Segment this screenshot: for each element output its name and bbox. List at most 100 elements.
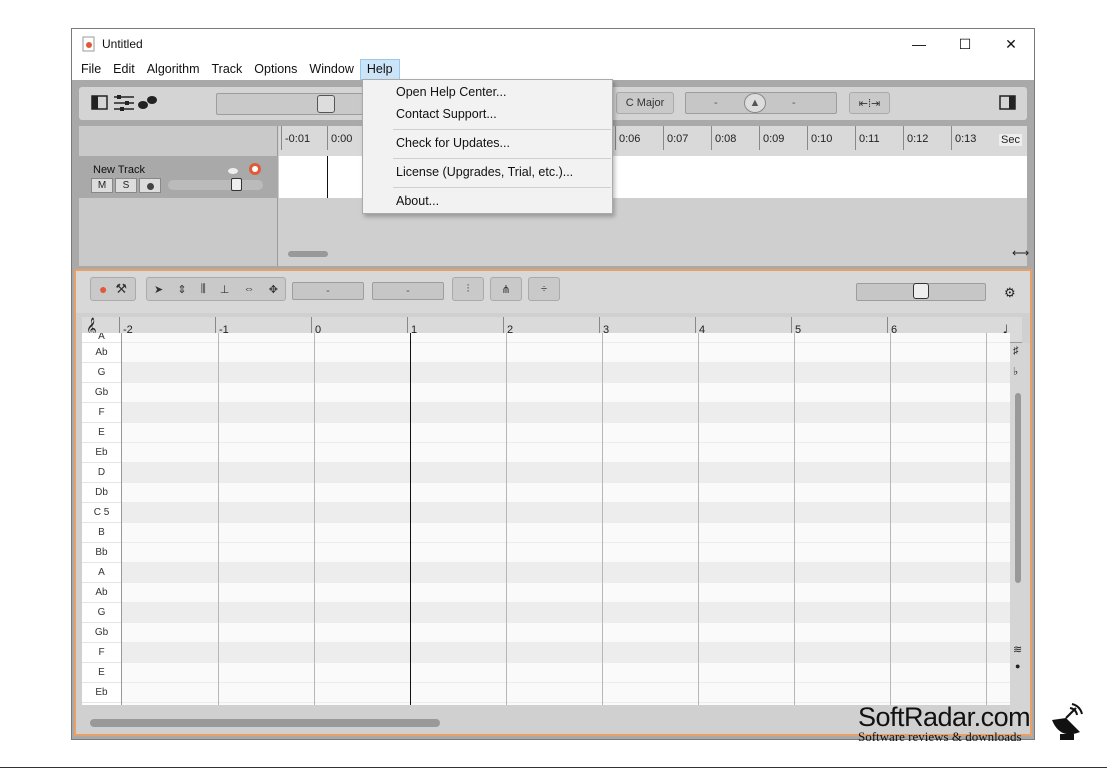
pointer-tool-icon[interactable]: ➤ [154,283,163,296]
playhead[interactable] [327,156,328,198]
volume-handle[interactable] [231,178,242,191]
bar-line [986,333,987,705]
menu-track[interactable]: Track [206,59,249,80]
check-updates-item[interactable]: Check for Updates... [396,136,510,150]
menu-file[interactable]: File [75,59,107,80]
about-item[interactable]: About... [396,194,439,208]
grid-row [122,603,1010,623]
track-icon [228,163,261,175]
key-label: Gb [82,623,121,643]
bar-line [314,333,315,705]
zoom-fit-icon[interactable]: ⟷ [1012,246,1029,260]
key-label: B [82,523,121,543]
key-label: F [82,403,121,423]
track-list: New Track M S [79,126,278,266]
bar-line [890,333,891,705]
move-tool-icon[interactable]: ✥ [269,283,278,296]
notes-icon[interactable] [137,95,159,111]
time-tick: 0:11 [855,126,880,150]
minimize-button[interactable]: — [896,29,942,59]
menu-help[interactable]: Help [359,59,400,80]
pitch-control[interactable]: - ▲ - [685,92,837,114]
sharp-icon[interactable]: ♯ [1013,345,1019,357]
menu-options[interactable]: Options [248,59,303,80]
key-label: E [82,663,121,683]
key-label: G [82,603,121,623]
menu-window[interactable]: Window [303,59,359,80]
editor-horizontal-scrollbar[interactable] [90,719,440,727]
grid-row [122,683,1010,703]
edit-tools: ➤ ⇕ ⫼ ⊥ ⇔ ✥ [146,277,286,301]
pitch-tool-icon[interactable]: ⇕ [177,283,186,296]
grid-row [122,563,1010,583]
grid-row [122,333,1010,343]
playhead[interactable] [410,333,411,705]
zoom-slider[interactable] [856,283,986,301]
tool-mode-toggle[interactable]: ● ⚒ [90,277,136,301]
key-label: Ab [82,583,121,603]
grid-row [122,403,1010,423]
solo-button[interactable]: S [115,178,137,193]
key-selector[interactable]: C Major [616,92,674,114]
vertical-scrollbar[interactable] [1015,393,1021,583]
panel-toggle-icon[interactable] [999,95,1017,111]
wave-icon[interactable]: ≋ [1013,643,1022,656]
track-header[interactable]: New Track M S [79,156,278,198]
note-editor: ● ⚒ ➤ ⇕ ⫼ ⊥ ⇔ ✥ - - ⫶ ⋔ ÷ ⚙ 𝄞 -2 -1 0 1 … [74,269,1032,736]
grid-row [122,503,1010,523]
separate-button[interactable]: ⋔ [490,277,522,301]
track-name[interactable]: New Track [93,164,145,176]
stretch-button[interactable]: ⇤⁞⇥ [849,92,890,114]
time-tick: 0:00 [327,126,352,150]
volume-slider[interactable] [168,178,263,191]
menu-bar: File Edit Algorithm Track Options Window… [72,59,1034,80]
contact-support-item[interactable]: Contact Support... [396,107,497,121]
editor-value-field-2[interactable]: - [372,282,444,300]
zoom-handle[interactable] [913,283,929,299]
mixer-icon[interactable] [113,94,135,112]
key-label: A [82,563,121,583]
record-button[interactable] [139,178,161,193]
merge-button[interactable]: ÷ [528,277,560,301]
grid-row [122,363,1010,383]
time-tick: 0:13 [951,126,976,150]
vertical-tool-icon[interactable]: ⊥ [220,283,230,296]
key-label: C 5 [82,503,121,523]
time-unit-selector[interactable]: Sec [999,134,1022,146]
flat-icon[interactable]: ♭ [1013,365,1018,378]
license-item[interactable]: License (Upgrades, Trial, etc.)... [396,165,573,179]
menu-edit[interactable]: Edit [107,59,141,80]
key-label: A [82,333,121,343]
split-button[interactable]: ⫶ [452,277,484,301]
key-label: E [82,423,121,443]
close-button[interactable]: ✕ [988,29,1034,59]
playback-slider[interactable] [216,93,366,115]
window-title: Untitled [102,37,143,51]
note-tool-icon[interactable]: ● [99,281,107,297]
satellite-dish-icon [1052,703,1083,740]
time-tool-icon[interactable]: ⇔ [244,283,255,295]
wrench-icon[interactable]: ⚒ [115,281,127,297]
sidebar-toggle-icon[interactable] [91,95,109,111]
editor-value-field-1[interactable]: - [292,282,364,300]
time-tick: 0:09 [759,126,784,150]
maximize-button[interactable]: ☐ [942,29,988,59]
grid-row [122,543,1010,563]
slider-handle[interactable] [317,95,335,113]
amplitude-tool-icon[interactable]: ⫼ [201,283,206,296]
open-help-center-item[interactable]: Open Help Center... [396,85,506,99]
tuning-fork-icon[interactable]: ▲ [744,93,766,113]
pitch-right-value: - [792,97,796,109]
grid-row [122,463,1010,483]
key-label: Eb [82,683,121,703]
grid-row [122,383,1010,403]
note-grid[interactable] [122,333,1010,705]
mute-button[interactable]: M [91,178,113,193]
key-label: Db [82,483,121,503]
horizontal-scrollbar[interactable] [288,251,328,257]
grid-row [122,443,1010,463]
key-label: Ab [82,343,121,363]
grid-row [122,663,1010,683]
menu-algorithm[interactable]: Algorithm [141,59,206,80]
settings-gear-icon[interactable]: ⚙ [1004,285,1016,301]
